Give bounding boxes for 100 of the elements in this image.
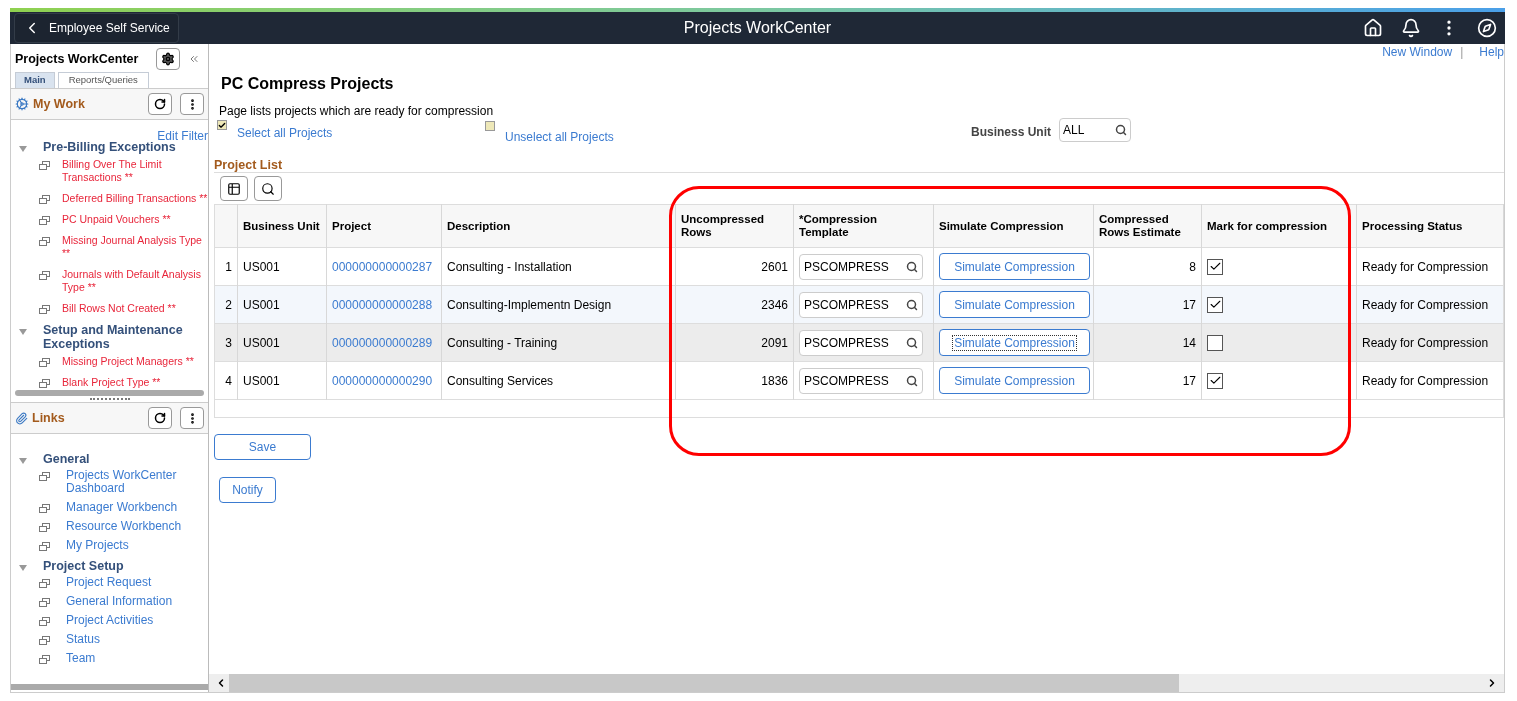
header-title: Projects WorkCenter	[683, 18, 832, 38]
sidebar-link[interactable]: Project Activities	[66, 614, 154, 627]
help-link[interactable]: Help	[1471, 45, 1504, 58]
unselect-all-link[interactable]: Unselect all Projects	[505, 128, 614, 146]
simulate-compression-button[interactable]: Simulate Compression	[939, 253, 1090, 280]
window-icon	[39, 305, 50, 314]
group-heading[interactable]: Project Setup	[35, 559, 124, 573]
collapse-triangle-icon[interactable]	[19, 329, 27, 335]
template-field[interactable]: PSCOMPRESS	[799, 329, 923, 356]
sidebar-link[interactable]: Resource Workbench	[66, 520, 182, 533]
table-row[interactable]: 3 US001 000000000000289 Consulting - Training 2091 PSCOMPRESS Simulate Compression 14 Ready for Compression	[214, 323, 1504, 362]
search-icon[interactable]	[906, 336, 918, 349]
collapse-icon[interactable]	[188, 53, 200, 65]
table-cell: 2091	[675, 323, 794, 362]
column-header: Processing Status	[1356, 204, 1504, 248]
sidebar-link[interactable]: Manager Workbench	[66, 501, 178, 514]
collapse-triangle-icon[interactable]	[19, 458, 27, 464]
window-icon	[39, 161, 50, 170]
sidebar-link[interactable]: General Information	[66, 595, 173, 608]
column-header: Business Unit	[237, 204, 327, 248]
search-icon[interactable]	[906, 374, 918, 387]
collapse-triangle-icon[interactable]	[19, 565, 27, 571]
sidebar-link[interactable]: Projects WorkCenter Dashboard	[66, 469, 208, 495]
table-cell: US001	[237, 361, 327, 400]
table-row[interactable]: 4 US001 000000000000290 Consulting Services 1836 PSCOMPRESS Simulate Compression 17 Ready for Compression	[214, 361, 1504, 400]
sidebar-link[interactable]: Deferred Billing Transactions **	[62, 192, 208, 205]
search-icon[interactable]	[1115, 124, 1127, 136]
window-icon	[39, 636, 50, 645]
group-heading[interactable]: General	[35, 452, 90, 466]
sidebar-link[interactable]: Journals with Default Analysis Type **	[62, 268, 208, 294]
table-cell: Consulting Services	[441, 361, 676, 400]
table-row[interactable]: 2 US001 000000000000288 Consulting-Implementn Design 2346 PSCOMPRESS Simulate Compression 17 Ready for Compression	[214, 285, 1504, 324]
table-row[interactable]: 1 US001 000000000000287 Consulting - Installation 2601 PSCOMPRESS Simulate Compression 8 Ready for Compression	[214, 247, 1504, 286]
sidebar-tab[interactable]: Reports/Queries	[57, 72, 149, 88]
window-icon	[39, 195, 50, 204]
simulate-compression-button[interactable]: Simulate Compression	[939, 367, 1090, 394]
business-unit-field[interactable]: ALL	[1059, 118, 1131, 142]
select-all-link[interactable]: Select all Projects	[237, 124, 333, 142]
refresh-button[interactable]	[148, 407, 172, 429]
checkbox[interactable]	[1207, 296, 1223, 313]
checkbox[interactable]	[485, 121, 495, 131]
grid-view-button[interactable]	[220, 176, 248, 201]
sidebar-link[interactable]: Bill Rows Not Created **	[62, 302, 176, 315]
group-heading[interactable]: Setup and Maintenance Exceptions	[35, 323, 208, 351]
panel-title: Links	[32, 409, 66, 427]
sidebar-link[interactable]: Missing Journal Analysis Type **	[62, 234, 208, 260]
search-button[interactable]	[254, 176, 282, 201]
back-button[interactable]: Employee Self Service	[14, 13, 179, 43]
simulate-compression-button[interactable]: Simulate Compression	[939, 329, 1090, 356]
search-icon	[261, 181, 275, 196]
window-icon	[39, 542, 50, 551]
sidebar-link[interactable]: Billing Over The Limit Transactions **	[62, 158, 208, 184]
home-icon[interactable]	[1363, 18, 1383, 38]
table-cell: US001	[237, 285, 327, 324]
template-field[interactable]: PSCOMPRESS	[799, 291, 923, 318]
sidebar-link[interactable]: My Projects	[66, 539, 129, 552]
project-link[interactable]: 000000000000290	[332, 373, 433, 388]
new-window-link[interactable]: New Window	[1382, 45, 1453, 58]
sidebar-link[interactable]: Status	[66, 633, 101, 646]
sidebar-link[interactable]: Project Request	[66, 576, 152, 589]
bell-icon[interactable]	[1401, 18, 1421, 38]
sidebar-title: Projects WorkCenter	[15, 50, 140, 68]
more-button[interactable]	[180, 93, 204, 115]
project-link[interactable]: 000000000000289	[332, 335, 433, 350]
checkbox[interactable]	[1207, 372, 1223, 389]
edit-filter-link[interactable]: Edit Filter	[157, 129, 208, 143]
sidebar-link[interactable]: PC Unpaid Vouchers **	[62, 213, 171, 226]
window-icon	[39, 617, 50, 626]
column-header: Simulate Compression	[933, 204, 1094, 248]
table-cell: Consulting - Training	[441, 323, 676, 362]
save-button[interactable]: Save	[214, 434, 311, 460]
checkbox[interactable]	[217, 120, 227, 130]
refresh-button[interactable]	[148, 93, 172, 115]
scrollbar[interactable]	[15, 390, 204, 396]
search-icon[interactable]	[906, 298, 918, 311]
table-cell: US001	[237, 247, 327, 286]
window-icon	[39, 358, 50, 367]
simulate-compression-button[interactable]: Simulate Compression	[939, 291, 1090, 318]
sidebar-link[interactable]: Team	[66, 652, 96, 665]
checkbox[interactable]	[1207, 258, 1223, 275]
notify-button[interactable]: Notify	[219, 477, 276, 503]
sidebar-tab[interactable]: Main	[15, 72, 55, 88]
compass-icon[interactable]	[1477, 18, 1497, 38]
collapse-triangle-icon[interactable]	[19, 146, 27, 152]
settings-button[interactable]	[156, 48, 180, 70]
more-button[interactable]	[180, 407, 204, 429]
template-field[interactable]: PSCOMPRESS	[799, 253, 923, 280]
project-link[interactable]: 000000000000288	[332, 297, 433, 312]
horizontal-scrollbar[interactable]	[209, 674, 1504, 692]
checkbox[interactable]	[1207, 334, 1223, 351]
sidebar-link[interactable]: Missing Project Managers **	[62, 355, 194, 368]
intro-text: Page lists projects which are ready for compression	[219, 104, 495, 118]
search-icon[interactable]	[906, 260, 918, 273]
sidebar-link[interactable]: Blank Project Type **	[62, 376, 161, 389]
panel-title: My Work	[33, 95, 86, 113]
template-field[interactable]: PSCOMPRESS	[799, 367, 923, 394]
project-link[interactable]: 000000000000287	[332, 259, 433, 274]
window-icon	[39, 271, 50, 280]
group-heading[interactable]: Pre-Billing Exceptions	[35, 140, 176, 154]
window-icon	[39, 379, 50, 388]
